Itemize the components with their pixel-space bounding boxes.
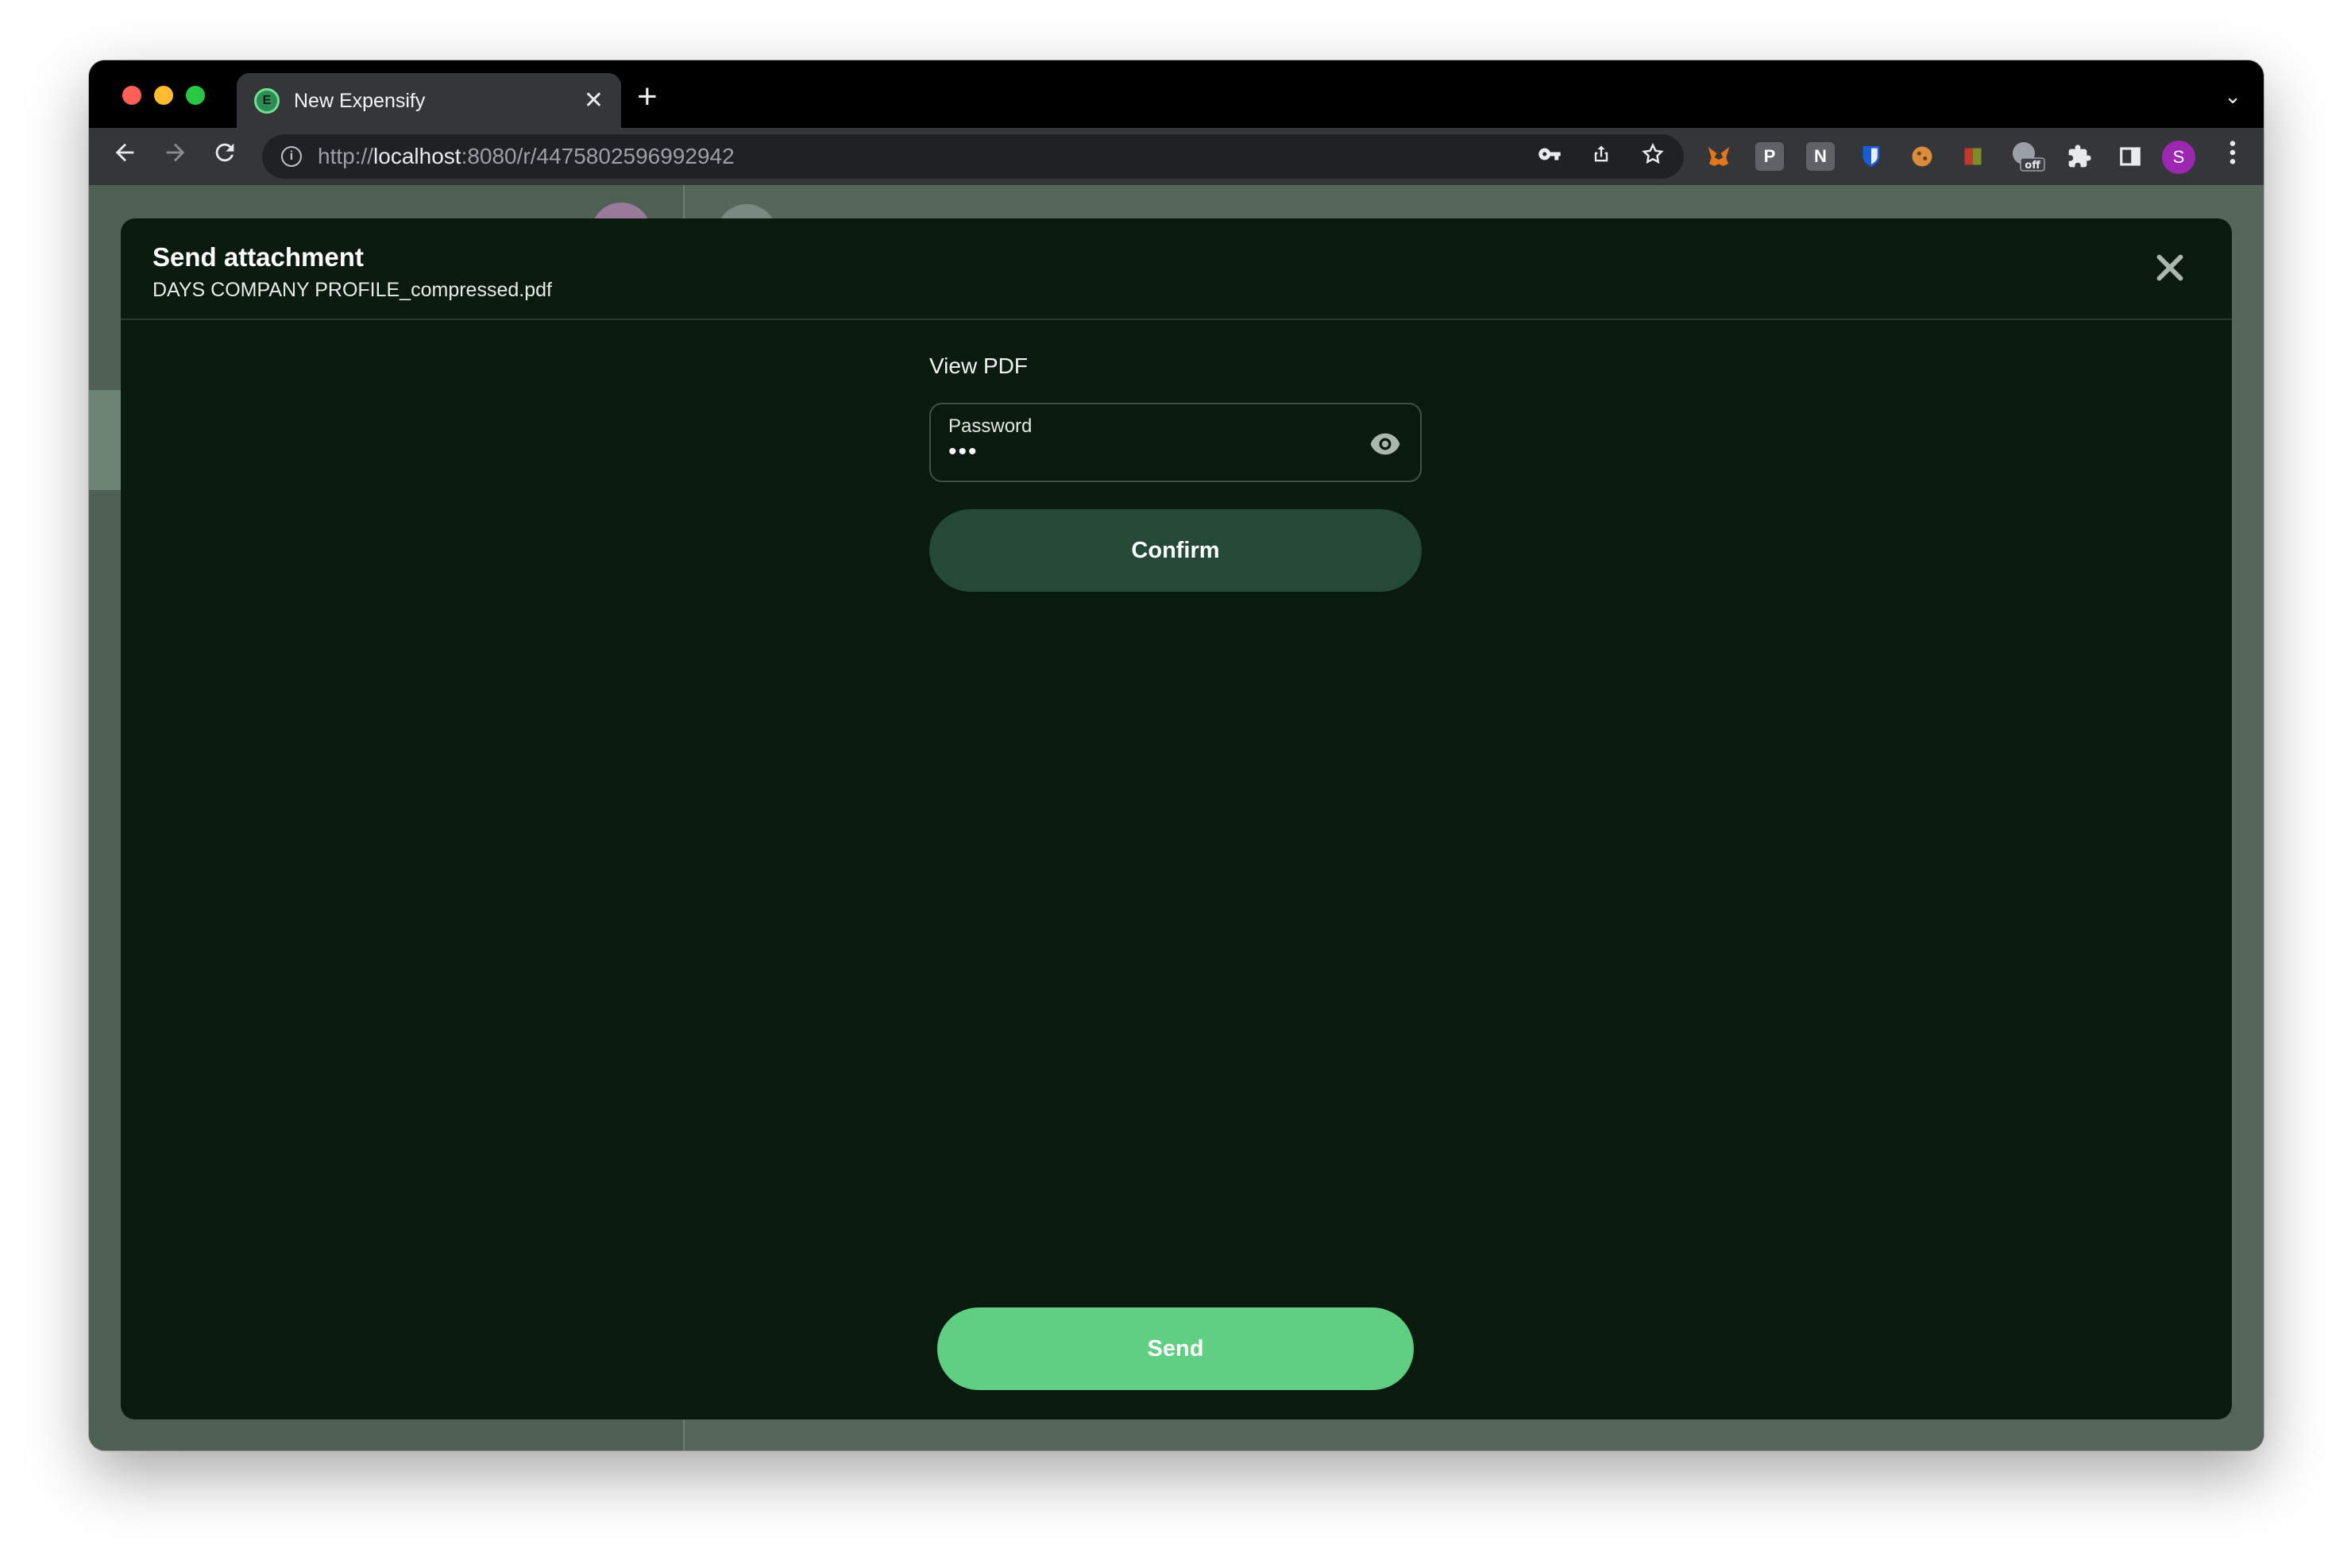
maximize-window-button[interactable] — [186, 86, 205, 105]
send-button[interactable]: Send — [937, 1307, 1414, 1390]
metamask-extension-icon[interactable] — [1704, 142, 1733, 171]
password-label: Password — [948, 415, 1033, 437]
color-extension-icon[interactable] — [1959, 142, 1987, 171]
new-tab-button[interactable]: + — [637, 79, 658, 114]
expensify-favicon-icon: E — [254, 88, 280, 114]
modal-title: Send attachment — [152, 242, 364, 272]
url-path: :8080/r/4475802596992942 — [461, 144, 735, 168]
cookie-extension-icon[interactable] — [1908, 142, 1936, 171]
off-extension-icon[interactable]: off — [2009, 142, 2046, 172]
modal-header: Send attachment DAYS COMPANY PROFILE_com… — [121, 218, 2232, 320]
password-field[interactable]: Password ••• — [929, 403, 1422, 482]
bookmark-star-icon[interactable] — [1641, 142, 1665, 172]
profile-avatar[interactable]: S — [2162, 141, 2195, 174]
pdf-password-form: View PDF Password ••• Confirm — [929, 353, 1422, 592]
svg-text:off: off — [2025, 160, 2040, 172]
attachment-filename: DAYS COMPANY PROFILE_compressed.pdf — [152, 279, 552, 301]
password-input[interactable]: ••• — [948, 440, 1403, 464]
url-host: localhost — [373, 144, 461, 168]
page-content: Send attachment DAYS COMPANY PROFILE_com… — [89, 185, 2264, 1450]
close-icon[interactable] — [2154, 252, 2186, 284]
eye-icon[interactable] — [1369, 430, 1401, 458]
minimize-window-button[interactable] — [154, 86, 173, 105]
address-bar[interactable]: i http://localhost:8080/r/44758025969929… — [262, 134, 1684, 179]
tab-close-icon[interactable]: ✕ — [584, 89, 604, 113]
extensions-puzzle-icon[interactable] — [2065, 142, 2094, 171]
p-extension-icon[interactable]: P — [1755, 142, 1784, 171]
close-window-button[interactable] — [122, 86, 141, 105]
forward-arrow-icon[interactable] — [162, 139, 189, 171]
browser-menu-icon[interactable] — [2229, 139, 2237, 173]
url-scheme: http:// — [318, 144, 374, 168]
tab-search-chevron-icon[interactable]: ⌄ — [2224, 84, 2241, 109]
reload-icon[interactable] — [211, 139, 238, 172]
send-attachment-modal: Send attachment DAYS COMPANY PROFILE_com… — [121, 218, 2232, 1419]
tab-new-expensify[interactable]: E New Expensify ✕ — [237, 73, 621, 129]
browser-toolbar: i http://localhost:8080/r/44758025969929… — [89, 128, 2264, 185]
back-arrow-icon[interactable] — [111, 139, 138, 171]
tab-strip: E New Expensify ✕ + ⌄ — [89, 60, 2264, 129]
key-icon[interactable] — [1538, 142, 1562, 172]
notion-extension-icon[interactable]: N — [1806, 142, 1835, 171]
site-info-icon[interactable]: i — [281, 146, 302, 167]
url-text[interactable]: http://localhost:8080/r/4475802596992942 — [318, 144, 1509, 169]
share-icon[interactable] — [1590, 142, 1612, 172]
browser-window: E New Expensify ✕ + ⌄ i http://localhost… — [89, 60, 2264, 1450]
tab-title: New Expensify — [294, 89, 426, 112]
view-pdf-heading: View PDF — [929, 353, 1028, 378]
bitwarden-extension-icon[interactable] — [1857, 142, 1886, 171]
confirm-button[interactable]: Confirm — [929, 509, 1422, 592]
side-panel-icon[interactable] — [2116, 142, 2144, 171]
